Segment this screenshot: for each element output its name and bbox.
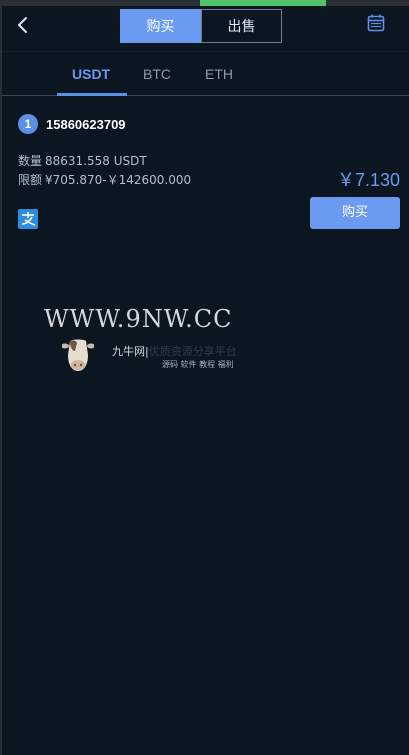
limit-label: 限额 (18, 173, 43, 187)
calendar-icon (367, 14, 385, 32)
quantity-label: 数量 (18, 154, 43, 168)
tab-buy[interactable]: 购买 (120, 9, 201, 43)
watermark-brand-sub: 优质资源分享平台 (148, 345, 237, 358)
watermark-brand: 九牛网|优质资源分享平台 (112, 345, 237, 358)
tab-usdt[interactable]: USDT (72, 52, 110, 96)
coin-tabs: USDT BTC ETH (2, 52, 409, 96)
limit-value: ¥705.870-￥142600.000 (45, 173, 192, 187)
tab-btc[interactable]: BTC (143, 52, 171, 96)
buy-button[interactable]: 购买 (310, 197, 400, 229)
order-card: 1 15860623709 数量 88631.558 USDT 限额 ¥705.87… (2, 96, 409, 236)
watermark-tags: 源码 软件 教程 福利 (162, 360, 234, 369)
merchant-row: 1 15860623709 (18, 114, 126, 134)
quantity-row: 数量 88631.558 USDT (18, 152, 147, 169)
order-history-button[interactable] (367, 14, 385, 32)
header-bar: 购买 出售 (2, 6, 409, 52)
unit-price: ￥7.130 (336, 170, 400, 190)
buy-sell-toggle: 购买 出售 (120, 9, 282, 43)
rank-badge: 1 (18, 114, 38, 134)
chevron-left-icon (18, 17, 27, 33)
watermark-brand-name: 九牛网 (112, 345, 145, 358)
cow-logo-icon (61, 337, 95, 373)
alipay-icon (18, 209, 38, 229)
watermark: WWW.9NW.CC 九牛网|优质资源分享平台 源码 软件 教程 福利 (44, 305, 284, 385)
tab-sell[interactable]: 出售 (201, 9, 282, 43)
back-button[interactable] (14, 13, 34, 37)
merchant-id: 15860623709 (46, 116, 126, 132)
quantity-value: 88631.558 USDT (45, 154, 147, 168)
watermark-url: WWW.9NW.CC (44, 305, 233, 333)
limit-row: 限额 ¥705.870-￥142600.000 (18, 171, 191, 188)
app-frame: 购买 出售 USDT BTC ETH 1 15860623709 数量 88631… (0, 0, 409, 755)
tab-eth[interactable]: ETH (205, 52, 233, 96)
